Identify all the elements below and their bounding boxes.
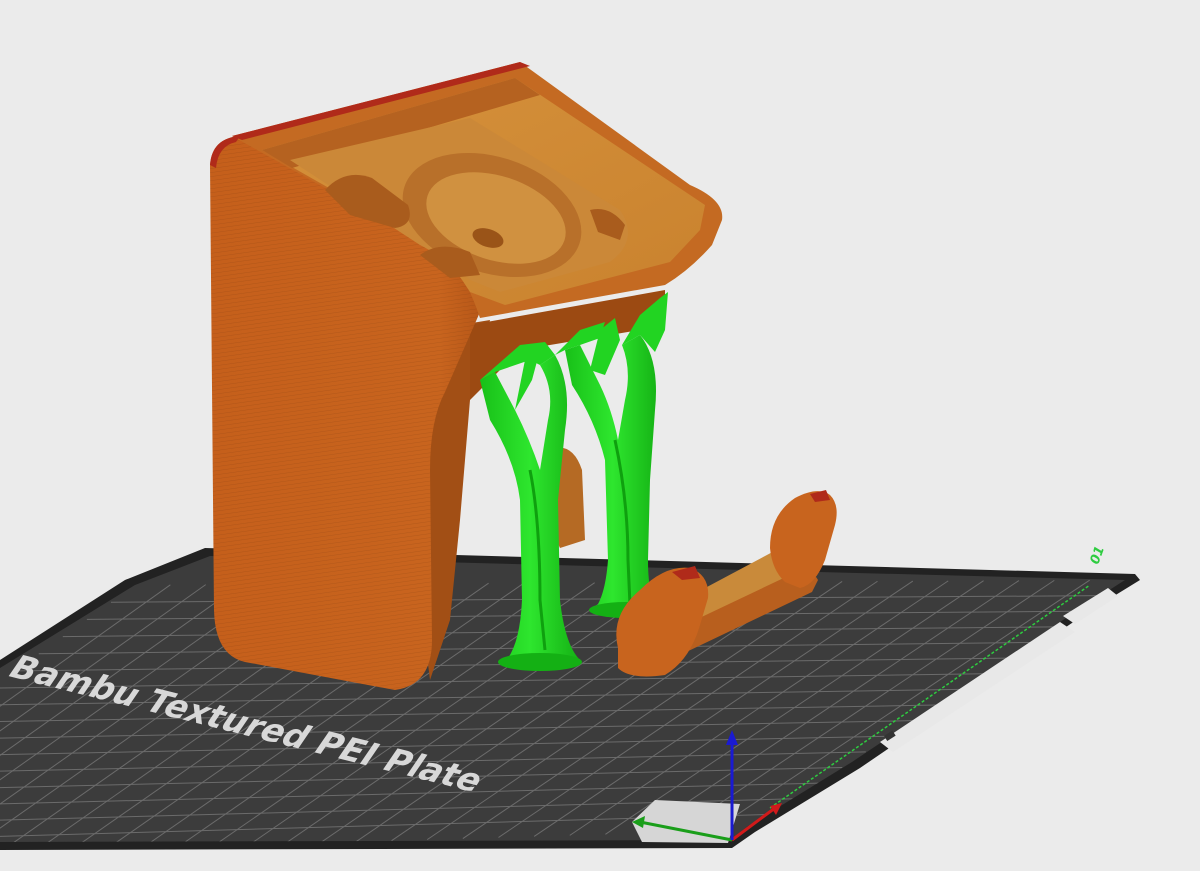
plate-number: 01	[1088, 544, 1108, 566]
scene-canvas[interactable]: 01 Bambu Textured PEI Plate	[0, 0, 1200, 871]
3d-viewport[interactable]: 01 Bambu Textured PEI Plate	[0, 0, 1200, 871]
support-base-left	[498, 653, 582, 671]
build-plate[interactable]: 01 Bambu Textured PEI Plate	[0, 544, 1140, 859]
